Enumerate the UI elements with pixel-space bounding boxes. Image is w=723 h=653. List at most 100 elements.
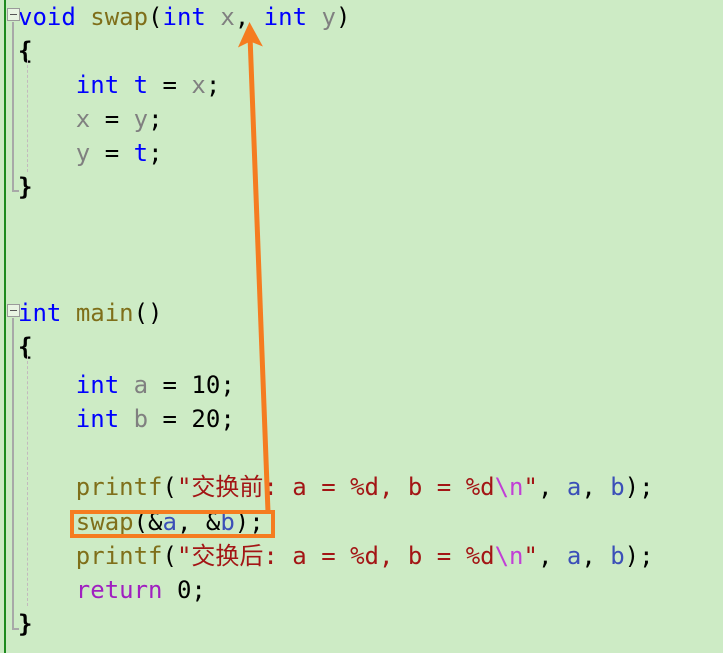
code-token: t	[133, 139, 149, 167]
code-token: printf	[75, 473, 163, 501]
code-token: swap	[90, 3, 149, 31]
code-line-text: {	[18, 34, 32, 68]
code-line-text: void swap(int x, int y)	[18, 0, 350, 34]
code-line[interactable]	[0, 204, 723, 238]
code-token: ;	[205, 71, 221, 99]
code-token: main	[75, 299, 134, 327]
code-token: y	[75, 139, 91, 167]
code-line[interactable]	[0, 436, 723, 470]
code-token: )	[335, 3, 351, 31]
code-line[interactable]: printf("交换前: a = %d, b = %d\n", a, b);	[0, 470, 723, 504]
code-token: int	[18, 299, 62, 327]
code-token: );	[624, 473, 654, 501]
code-token: (	[148, 3, 163, 31]
fold-toggle-main[interactable]	[7, 304, 20, 317]
code-token: =	[148, 405, 192, 433]
code-token: void	[18, 3, 76, 31]
code-line[interactable]: int t = x;	[0, 68, 723, 102]
code-token: =	[90, 139, 134, 167]
code-token: ;	[191, 576, 206, 604]
code-line[interactable]: x = y;	[0, 102, 723, 136]
code-line-text: int a = 10;	[18, 368, 235, 402]
code-line[interactable]: }	[0, 170, 723, 204]
code-token: y	[321, 3, 336, 31]
fold-range-line	[12, 318, 14, 628]
code-token: ;	[220, 405, 235, 433]
code-token: t	[133, 71, 149, 99]
code-token: x	[191, 71, 206, 99]
code-line-text: }	[18, 607, 32, 641]
code-token: =	[148, 371, 192, 399]
code-token: a	[566, 542, 582, 570]
code-surface[interactable]: void swap(int x, int y){ int t = x; x = …	[0, 0, 723, 653]
code-token: );	[624, 542, 654, 570]
indent-guide	[27, 60, 28, 172]
code-token: "交换前: a = %d, b = %d	[176, 473, 495, 501]
code-token: int	[263, 3, 308, 31]
code-token: \n	[494, 473, 524, 501]
code-token: x	[75, 105, 91, 133]
code-line[interactable]: int b = 20;	[0, 402, 723, 436]
code-token: int	[162, 3, 206, 31]
code-token: swap	[75, 508, 134, 536]
code-line-text: int t = x;	[18, 68, 221, 102]
code-token: ;	[148, 105, 163, 133]
code-token: 20	[191, 405, 221, 433]
code-token: ,	[537, 542, 567, 570]
code-token: a	[566, 473, 582, 501]
code-line[interactable]: swap(&a, &b);	[0, 505, 723, 539]
code-token: , &	[176, 508, 221, 536]
code-token: \n	[494, 542, 524, 570]
code-token: "	[523, 542, 538, 570]
fold-toggle-swap[interactable]	[7, 8, 20, 21]
code-line[interactable]: {	[0, 330, 723, 364]
code-line-text: }	[18, 170, 32, 204]
code-token: (&	[133, 508, 163, 536]
code-token: ()	[133, 299, 163, 327]
fold-range-line	[12, 22, 14, 190]
code-token: }	[18, 610, 33, 638]
code-token: ,	[234, 3, 264, 31]
code-token: );	[234, 508, 264, 536]
code-line[interactable]: void swap(int x, int y)	[0, 0, 723, 34]
code-token: b	[610, 542, 625, 570]
code-editor-screenshot: void swap(int x, int y){ int t = x; x = …	[0, 0, 723, 653]
code-token: int	[75, 371, 120, 399]
code-line-text: int b = 20;	[18, 402, 235, 436]
code-line[interactable]: printf("交换后: a = %d, b = %d\n", a, b);	[0, 539, 723, 573]
code-token: (	[162, 473, 177, 501]
code-line-text: swap(&a, &b);	[18, 505, 264, 539]
code-token: x	[220, 3, 235, 31]
code-line[interactable]: return 0;	[0, 573, 723, 607]
code-line-text: {	[18, 330, 32, 364]
code-line-text: x = y;	[18, 102, 163, 136]
code-token: 10	[191, 371, 221, 399]
fold-range-end	[12, 190, 19, 192]
code-token: =	[90, 105, 134, 133]
code-line[interactable]: int main()	[0, 296, 723, 330]
code-line-text: y = t;	[18, 136, 163, 170]
code-line-text: printf("交换前: a = %d, b = %d\n", a, b);	[18, 470, 654, 504]
code-token: return	[75, 576, 163, 604]
code-line[interactable]: }	[0, 607, 723, 641]
code-line[interactable]: y = t;	[0, 136, 723, 170]
code-token: "交换后: a = %d, b = %d	[176, 542, 495, 570]
code-token: {	[18, 333, 33, 361]
code-token: int	[75, 405, 120, 433]
fold-range-end	[12, 628, 19, 630]
code-token: int	[75, 71, 120, 99]
indent-guide	[27, 356, 28, 606]
code-token: b	[220, 508, 235, 536]
code-token: ;	[148, 139, 163, 167]
code-token: printf	[75, 542, 163, 570]
code-line-text: int main()	[18, 296, 163, 330]
code-line[interactable]: {	[0, 34, 723, 68]
code-line[interactable]: int a = 10;	[0, 368, 723, 402]
code-line[interactable]	[0, 238, 723, 272]
